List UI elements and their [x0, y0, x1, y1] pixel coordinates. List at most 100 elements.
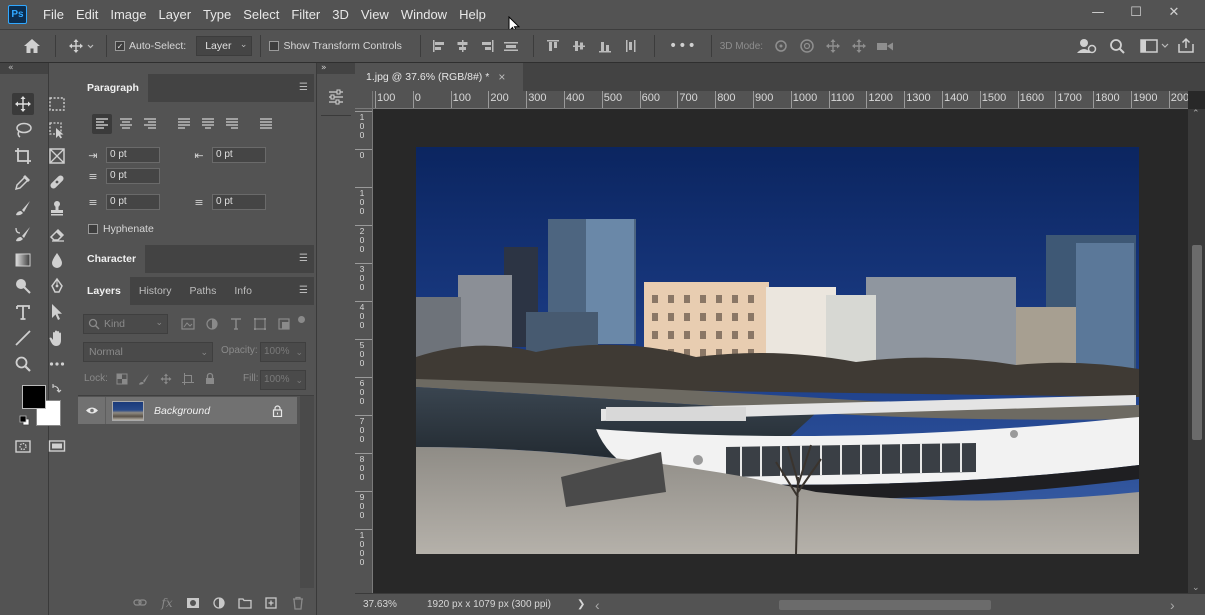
document-info[interactable]: 1920 px x 1079 px (300 ppi)	[427, 599, 551, 610]
3d-slide-icon[interactable]	[847, 38, 873, 54]
tab-character[interactable]: Character	[78, 245, 146, 273]
hyphenate-checkbox[interactable]	[88, 224, 98, 234]
scroll-right-button[interactable]: ›	[1170, 597, 1175, 613]
lock-artboard-icon[interactable]	[182, 373, 194, 385]
screen-mode-button[interactable]	[46, 435, 68, 457]
object-selection-tool[interactable]	[46, 119, 68, 141]
search-icon[interactable]	[1103, 37, 1133, 55]
panel-menu-icon[interactable]: ☰	[299, 253, 308, 264]
justify-last-right-button[interactable]	[222, 114, 242, 134]
gradient-tool[interactable]	[12, 249, 34, 271]
align-vertical-centers-icon[interactable]	[568, 38, 594, 54]
menu-window[interactable]: Window	[395, 7, 453, 22]
trash-icon[interactable]	[284, 596, 314, 610]
justify-last-left-button[interactable]	[174, 114, 194, 134]
new-group-icon[interactable]	[232, 596, 258, 610]
align-left-button[interactable]	[92, 114, 112, 134]
panel-menu-icon[interactable]: ☰	[299, 285, 308, 296]
layers-scroll-track[interactable]	[300, 396, 314, 588]
default-colors-icon[interactable]	[19, 415, 30, 426]
align-right-button[interactable]	[140, 114, 160, 134]
document-canvas-image[interactable]	[416, 147, 1139, 554]
line-tool[interactable]	[12, 327, 34, 349]
history-brush-tool[interactable]	[12, 223, 34, 245]
tab-history[interactable]: History	[130, 277, 181, 305]
align-bottom-edges-icon[interactable]	[594, 38, 620, 54]
menu-view[interactable]: View	[355, 7, 395, 22]
quick-mask-button[interactable]	[12, 435, 34, 457]
3d-pan-icon[interactable]	[821, 38, 847, 54]
scroll-left-button[interactable]: ‹	[595, 597, 600, 613]
fx-icon[interactable]: fx	[154, 596, 180, 610]
tab-info[interactable]: Info	[225, 277, 261, 305]
menu-image[interactable]: Image	[104, 7, 152, 22]
mini-panel-header[interactable]: »	[317, 63, 355, 74]
fill-field[interactable]: 100% ⌄	[260, 370, 306, 390]
show-transform-checkbox[interactable]	[269, 41, 280, 51]
filter-toggle[interactable]	[298, 316, 305, 323]
ruler-origin[interactable]	[355, 91, 373, 109]
align-horizontal-centers-icon[interactable]	[451, 38, 475, 54]
vertical-scrollbar[interactable]: ⌃ ⌄	[1188, 109, 1205, 593]
status-menu-arrow[interactable]: ❯	[577, 599, 585, 610]
panel-menu-icon[interactable]: ☰	[299, 82, 308, 93]
adjustment-layer-icon[interactable]	[206, 596, 232, 610]
workspace-icon[interactable]	[1137, 37, 1173, 55]
path-selection-tool[interactable]	[46, 301, 68, 323]
close-button[interactable]: ✕	[1155, 2, 1193, 22]
indent-first-line-field[interactable]: 0 pt	[106, 168, 160, 184]
distribute-icon[interactable]	[499, 38, 525, 54]
3d-roll-icon[interactable]	[795, 38, 821, 54]
new-layer-icon[interactable]	[258, 596, 284, 610]
link-layers-icon[interactable]	[128, 596, 154, 610]
zoom-tool[interactable]	[12, 353, 34, 375]
move-tool[interactable]	[12, 93, 34, 115]
menu-type[interactable]: Type	[197, 7, 237, 22]
swap-colors-icon[interactable]	[52, 383, 62, 393]
lock-transparent-icon[interactable]	[116, 373, 128, 385]
horizontal-ruler[interactable]: 100 0 100 200 300 400 500 600 700 800 900 1000 1100 1…	[373, 91, 1188, 109]
properties-button[interactable]	[324, 86, 348, 108]
space-before-field[interactable]: 0 pt	[106, 194, 160, 210]
vertical-scroll-thumb[interactable]	[1192, 245, 1202, 440]
frame-tool[interactable]	[46, 145, 68, 167]
justify-last-center-button[interactable]	[198, 114, 218, 134]
pixel-filter-icon[interactable]	[176, 317, 200, 331]
layer-kind-filter[interactable]: Kind ⌄	[83, 313, 168, 334]
align-right-edges-icon[interactable]	[475, 38, 499, 54]
brush-tool[interactable]	[12, 197, 34, 219]
tab-paths[interactable]: Paths	[181, 277, 226, 305]
marquee-tool[interactable]	[46, 93, 68, 115]
indent-right-field[interactable]: 0 pt	[212, 147, 266, 163]
scroll-up-icon[interactable]: ⌃	[1192, 109, 1200, 119]
lasso-tool[interactable]	[12, 119, 34, 141]
smart-object-filter-icon[interactable]	[272, 317, 296, 331]
zoom-level[interactable]: 37.63%	[363, 599, 417, 610]
auto-select-target-dropdown[interactable]: Layer ⌄	[196, 36, 253, 56]
3d-orbit-icon[interactable]	[769, 38, 795, 54]
home-button[interactable]	[17, 38, 47, 54]
menu-layer[interactable]: Layer	[153, 7, 198, 22]
eraser-tool[interactable]	[46, 223, 68, 245]
layer-visibility-toggle[interactable]	[78, 397, 106, 424]
blur-tool[interactable]	[46, 249, 68, 271]
clone-stamp-tool[interactable]	[46, 197, 68, 219]
crop-tool[interactable]	[12, 145, 34, 167]
close-tab-icon[interactable]: ×	[498, 70, 505, 84]
share-icon[interactable]	[1173, 37, 1199, 55]
auto-select-checkbox[interactable]: ✓	[115, 41, 125, 51]
shape-filter-icon[interactable]	[248, 317, 272, 331]
type-tool[interactable]	[12, 301, 34, 323]
document-tab[interactable]: 1.jpg @ 37.6% (RGB/8#) * ×	[355, 63, 523, 91]
tab-layers[interactable]: Layers	[78, 277, 130, 305]
menu-3d[interactable]: 3D	[326, 7, 355, 22]
pen-tool[interactable]	[46, 275, 68, 297]
3d-camera-icon[interactable]	[873, 38, 899, 54]
menu-filter[interactable]: Filter	[285, 7, 326, 22]
edit-toolbar-button[interactable]	[46, 353, 68, 375]
type-filter-icon[interactable]	[224, 317, 248, 331]
move-tool-preset-button[interactable]	[64, 38, 98, 54]
user-share-icon[interactable]	[1075, 37, 1099, 55]
align-left-edges-icon[interactable]	[429, 38, 451, 54]
foreground-color-swatch[interactable]	[22, 385, 46, 409]
